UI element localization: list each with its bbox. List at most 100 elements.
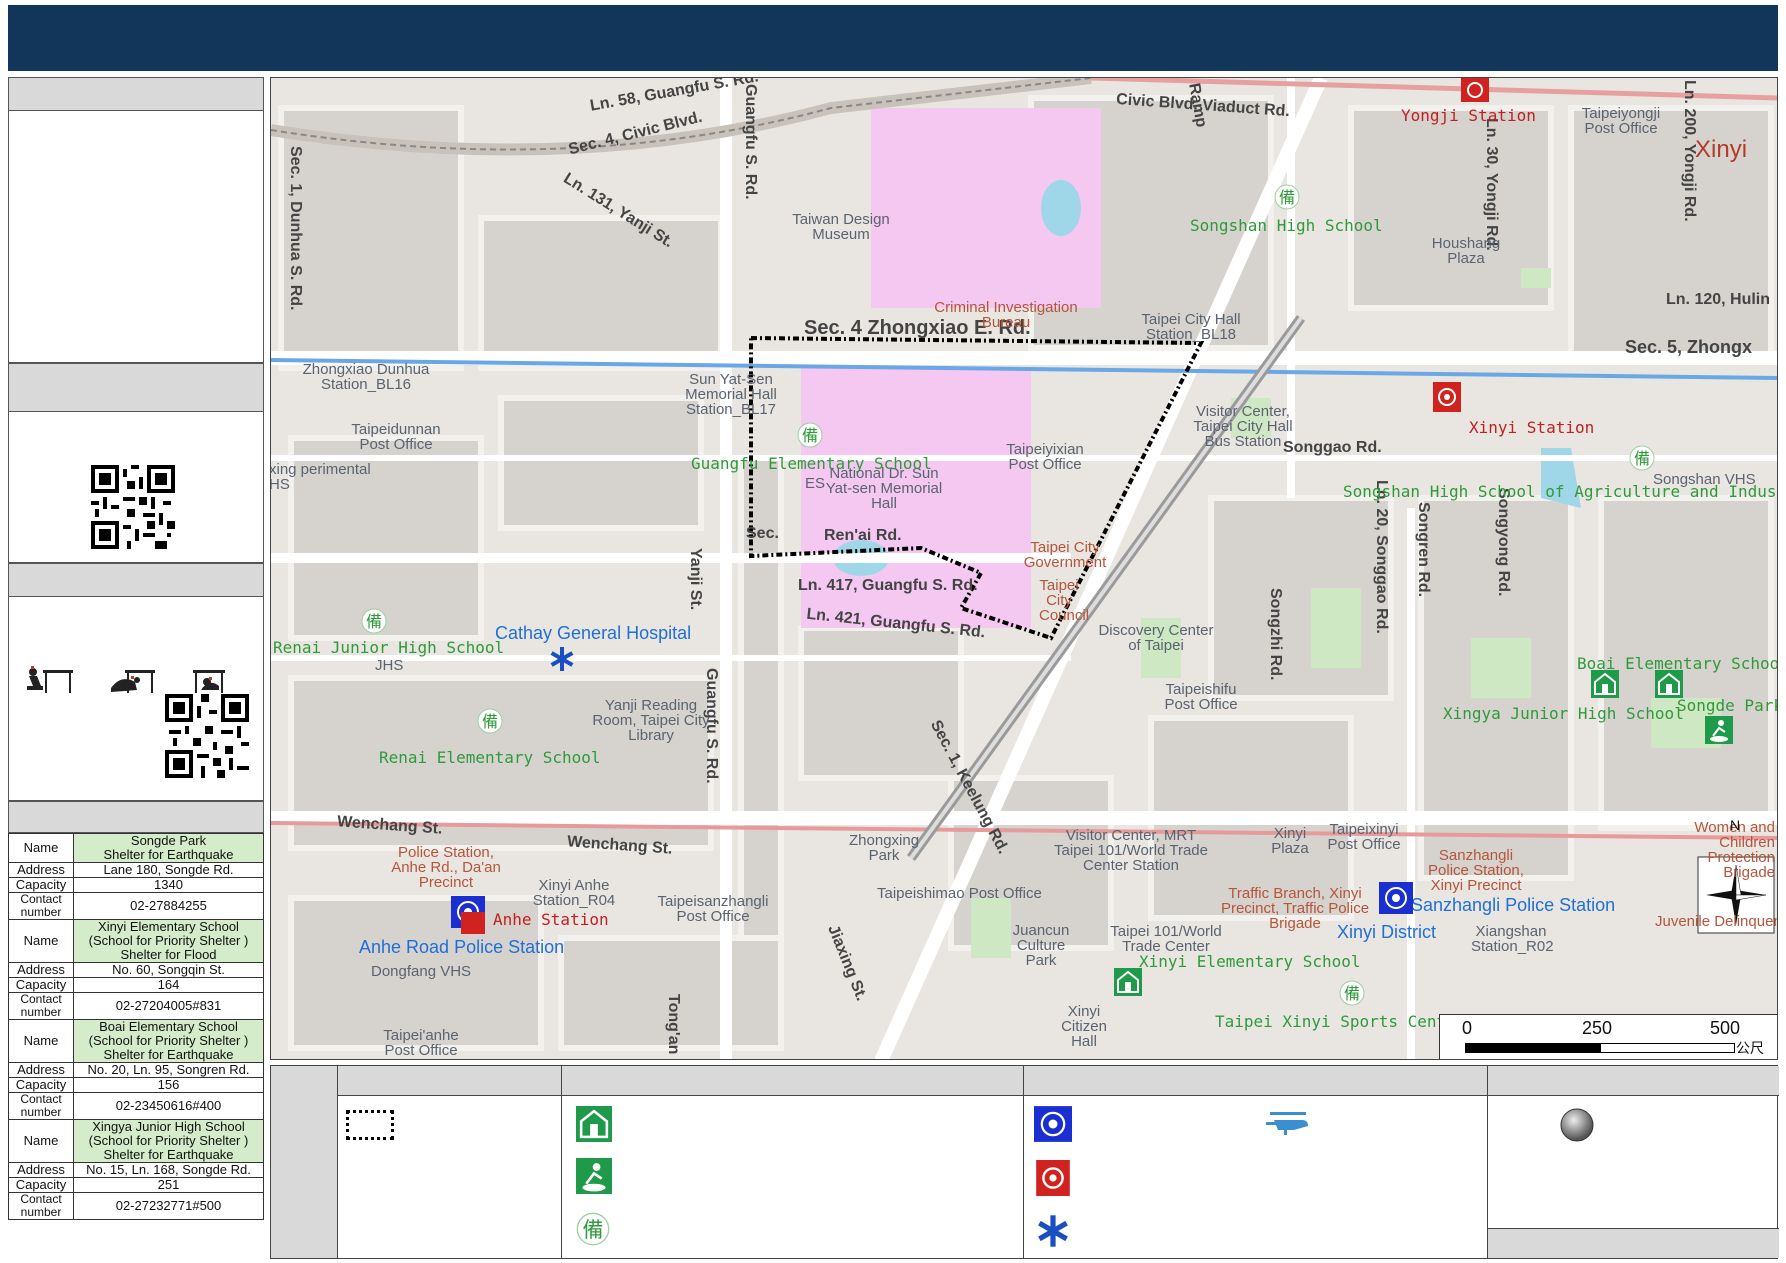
marker-icon — [1560, 1108, 1594, 1142]
park-icon — [576, 1158, 612, 1194]
poi-label: Taipeishifu Post Office — [1164, 681, 1238, 713]
legend-col-header — [1024, 1066, 1487, 1096]
street-label: Sec. 1, Dunhua S. Rd. — [287, 146, 304, 311]
shelter-row-name: Name Xinyi Elementary School (School for … — [8, 919, 264, 963]
street-label: Songyong Rd. — [1495, 488, 1512, 597]
poi-label: Taipei'anhe Post Office — [383, 1027, 459, 1059]
info-panel — [8, 77, 264, 363]
poi-label: Xinyi Plaza — [1271, 825, 1309, 857]
poi-label: Juancun Culture Park — [1012, 922, 1070, 969]
poi-label: Xinyi Anhe Station_R04 — [532, 877, 616, 909]
shelter-field-value: Boai Elementary School (School for Prior… — [73, 1019, 264, 1063]
shelter-icon[interactable] — [1591, 670, 1619, 698]
svg-text:備: 備 — [583, 1218, 604, 1242]
street-label: Songzhi Rd. — [1267, 588, 1284, 681]
north-label: N — [1730, 817, 1741, 833]
qr-code-icon[interactable] — [165, 694, 249, 778]
shelter-label: Songshan High School of Agriculture and … — [1343, 482, 1778, 501]
shelter-field-value: No. 20, Ln. 95, Songren Rd. — [73, 1062, 264, 1078]
poi-label: Taipeidunnan Post Office — [351, 421, 441, 453]
poi-label: Visitor Center, Taipei City Hall Bus Sta… — [1193, 403, 1293, 450]
street-label: Guangfu S. Rd. — [742, 84, 759, 200]
street-label: Songren Rd. — [1415, 502, 1432, 598]
shelter-panel-header — [8, 801, 264, 833]
actions-panel-header — [9, 564, 263, 597]
shelter-row-address: Address No. 15, Ln. 168, Songde Rd. — [8, 1162, 264, 1178]
poi-label: Dongfang VHS — [371, 963, 472, 980]
medical-icon[interactable] — [549, 646, 575, 672]
poi-label: ES — [805, 475, 826, 492]
map-view[interactable]: Xinyi Ln. 58, Guangfu S. Rd. Civic Blvd.… — [270, 77, 1778, 1060]
shelter-icon[interactable] — [1655, 670, 1683, 698]
actions-panel — [8, 563, 264, 801]
svg-text:備: 備 — [1279, 188, 1295, 207]
fire-icon — [1036, 1160, 1070, 1196]
shelter-row-contact: Contact number 02-27232771#500 — [8, 1192, 264, 1220]
poi-label: xing perimental HS — [270, 461, 371, 493]
shelter-field-label: Contact number — [8, 1192, 74, 1220]
shelter-field-value: Lane 180, Songde Rd. — [73, 862, 264, 878]
shelter-row-name: Name Xingya Junior High School (School fo… — [8, 1119, 264, 1163]
poi-label: Houshang Plaza — [1431, 235, 1501, 267]
shelter-icon[interactable] — [1114, 968, 1142, 996]
legend-boundary-col — [337, 1066, 561, 1258]
shelter-label: Renai Elementary School — [379, 748, 601, 767]
shelter-field-label: Capacity — [8, 977, 74, 993]
police-label: Police Station, Anhe Rd., Da'an Precinct — [391, 844, 501, 891]
shelter-field-value: Xingya Junior High School (School for Pr… — [73, 1119, 264, 1163]
fire-icon[interactable] — [1461, 78, 1489, 102]
helicopter-icon — [1266, 1112, 1308, 1135]
poi-label: Taipei 101/World Trade Center — [1110, 923, 1222, 955]
cover-icon — [111, 670, 155, 693]
poi-label: Taipei City Council — [1039, 577, 1090, 624]
shelter-row-address: Address Lane 180, Songde Rd. — [8, 862, 264, 878]
shelter-field-label: Contact number — [8, 992, 74, 1020]
drop-icon — [27, 666, 73, 693]
poi-label: Taipeixinyi Post Office — [1327, 821, 1401, 853]
fire-icon[interactable] — [461, 912, 485, 934]
poi-label: Sun Yat-Sen Memorial Hall Station_BL17 — [685, 371, 777, 418]
fire-icon[interactable] — [1433, 382, 1461, 412]
poi-label: Taipeishimao Post Office — [877, 885, 1042, 902]
shelter-panel-header-bg — [9, 802, 263, 833]
shelter-field-label: Capacity — [8, 1177, 74, 1193]
reserve-icon: 備 — [1274, 184, 1300, 210]
shelter-field-value: Songde Park Shelter for Earthquake — [73, 833, 264, 863]
poi-label: Taipeiyixian Post Office — [1006, 441, 1084, 473]
street-label: Ln. 30, Yongji Rd. — [1483, 118, 1500, 251]
shelter-field-label: Name — [8, 1019, 74, 1063]
legend-marker-col — [1487, 1066, 1779, 1258]
legend-footer — [1488, 1228, 1779, 1258]
street-label: Ln. 200, Yongji Rd. — [1681, 80, 1698, 222]
shelter-field-value: 02-27204005#831 — [73, 992, 264, 1020]
reserve-icon: 備 — [576, 1212, 610, 1246]
street-label: Ln. 20, Songgao Rd. — [1373, 480, 1390, 634]
poi-label: Criminal Investigation Bureau — [934, 299, 1078, 331]
legend-shelter-col: 備 — [561, 1066, 1023, 1258]
street-label: Sec. 5, Zhongx — [1625, 337, 1753, 357]
shelter-field-value: Xinyi Elementary School (School for Prio… — [73, 919, 264, 963]
scale-bar: 0 250 500 公尺 — [1439, 1014, 1777, 1059]
park-icon[interactable] — [1705, 716, 1733, 744]
shelter-field-value: 1340 — [73, 877, 264, 893]
shelter-icon — [576, 1106, 612, 1142]
svg-text:備: 備 — [1634, 449, 1650, 468]
shelter-field-value: 02-27884255 — [73, 892, 264, 920]
shelter-label: Songde Park — [1677, 696, 1778, 715]
police-icon[interactable] — [1379, 882, 1413, 914]
svg-text:備: 備 — [802, 426, 818, 445]
scale-segment — [1600, 1043, 1735, 1053]
district-office-label: Xinyi District — [1337, 922, 1437, 942]
street-label: Ln. 417, Guangfu S. Rd. — [798, 577, 978, 594]
police-label: Juvenile Delinquency — [1655, 913, 1777, 930]
reserve-icon: 備 — [477, 708, 503, 734]
police-label: Sanzhangli Police Station, Xinyi Precinc… — [1428, 847, 1524, 894]
poi-label: Discovery Center of Taipei — [1098, 622, 1214, 654]
shelter-label: Guangfu Elementary School — [691, 454, 932, 473]
police-icon — [1034, 1106, 1072, 1142]
shelter-field-value: No. 60, Songqin St. — [73, 962, 264, 978]
qr-code-icon[interactable] — [91, 465, 175, 549]
shelter-field-value: 02-27232771#500 — [73, 1192, 264, 1220]
poi-label: Taipei City Hall Station_BL18 — [1141, 311, 1241, 343]
shelter-field-label: Name — [8, 1119, 74, 1163]
